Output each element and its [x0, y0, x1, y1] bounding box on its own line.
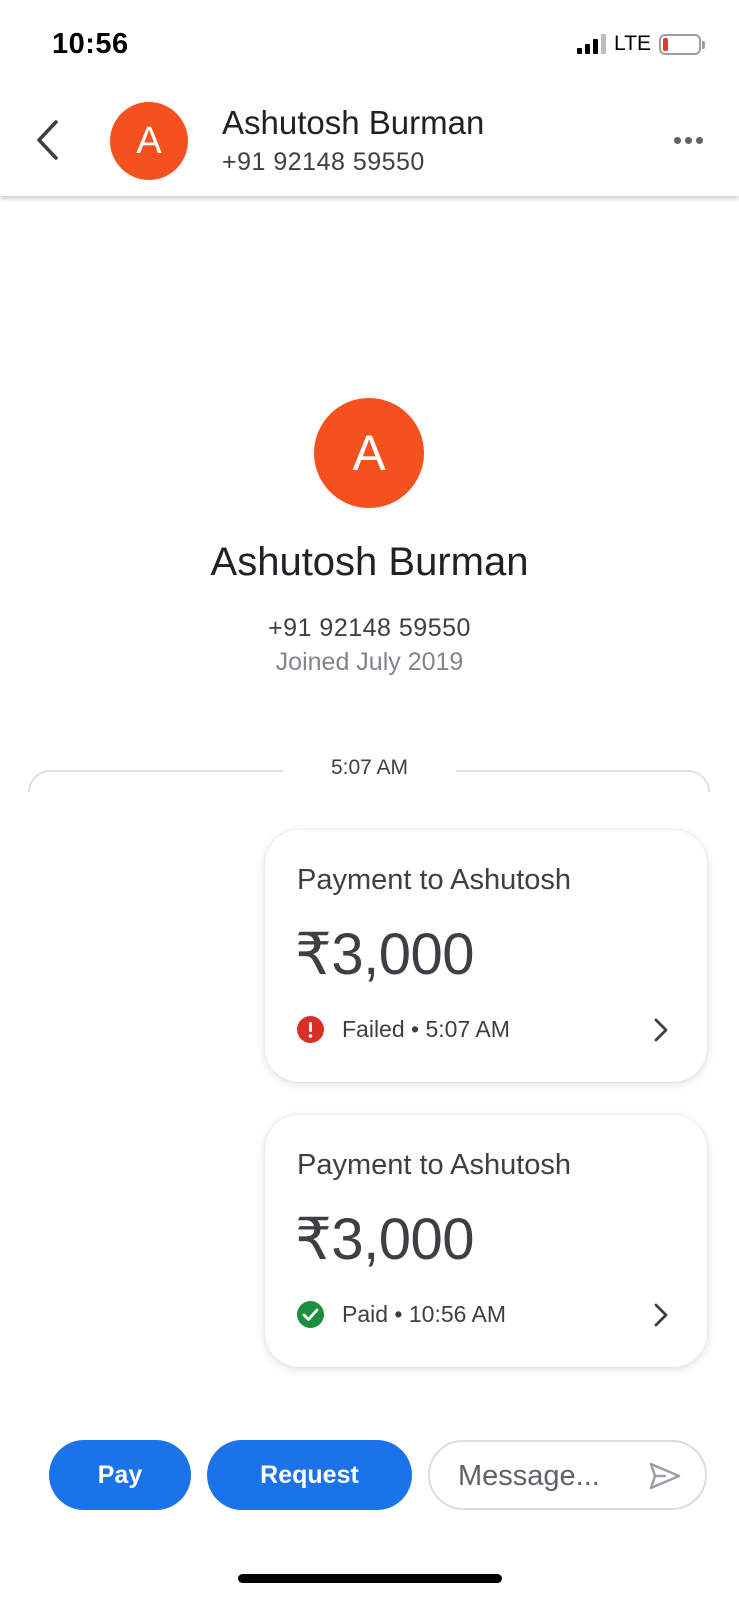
payment-status: Paid • 10:56 AM — [297, 1301, 506, 1328]
profile-name: Ashutosh Burman — [210, 540, 529, 584]
back-button[interactable] — [22, 112, 72, 168]
contact-name: Ashutosh Burman — [222, 104, 485, 141]
battery-icon — [659, 33, 705, 55]
avatar[interactable]: A — [110, 102, 188, 180]
profile-phone: +91 92148 59550 — [268, 614, 471, 642]
send-button[interactable] — [647, 1460, 683, 1492]
payment-amount: ₹3,000 — [295, 922, 475, 987]
payment-card[interactable]: Payment to Ashutosh ₹3,000 Paid • 10:56 … — [265, 1115, 707, 1367]
more-options-button[interactable] — [663, 120, 713, 160]
status-bar: 10:56 LTE — [0, 0, 739, 90]
signal-icon — [577, 34, 607, 54]
timestamp-divider: 5:07 AM — [330, 756, 409, 779]
payment-status-text: Paid • 10:56 AM — [342, 1301, 507, 1327]
message-box[interactable] — [428, 1440, 707, 1510]
send-icon — [649, 1462, 681, 1490]
chevron-left-icon — [37, 120, 58, 160]
status-time: 10:56 — [52, 28, 129, 60]
home-indicator[interactable] — [238, 1574, 502, 1583]
error-icon — [297, 1016, 324, 1043]
profile-avatar: A — [314, 398, 424, 508]
pay-button[interactable]: Pay — [49, 1440, 191, 1510]
payment-title: Payment to Ashutosh — [297, 864, 572, 896]
check-circle-icon — [297, 1301, 324, 1328]
more-horizontal-icon — [673, 136, 681, 144]
app-bar: A Ashutosh Burman +91 92148 59550 — [0, 90, 739, 196]
request-button[interactable]: Request — [207, 1440, 412, 1510]
profile-joined: Joined July 2019 — [275, 648, 464, 676]
contact-phone: +91 92148 59550 — [222, 148, 425, 176]
message-input[interactable] — [458, 1456, 638, 1496]
payment-status-text: Failed • 5:07 AM — [342, 1016, 510, 1042]
chevron-right-icon — [649, 1301, 673, 1329]
chevron-right-icon — [649, 1016, 673, 1044]
payment-title: Payment to Ashutosh — [297, 1149, 572, 1181]
payment-card[interactable]: Payment to Ashutosh ₹3,000 Failed • 5:07… — [265, 830, 707, 1082]
payment-amount: ₹3,000 — [295, 1207, 475, 1272]
payment-status: Failed • 5:07 AM — [297, 1016, 510, 1043]
status-indicators: LTE — [577, 32, 705, 56]
network-type: LTE — [614, 32, 651, 55]
battery-level — [663, 37, 668, 51]
